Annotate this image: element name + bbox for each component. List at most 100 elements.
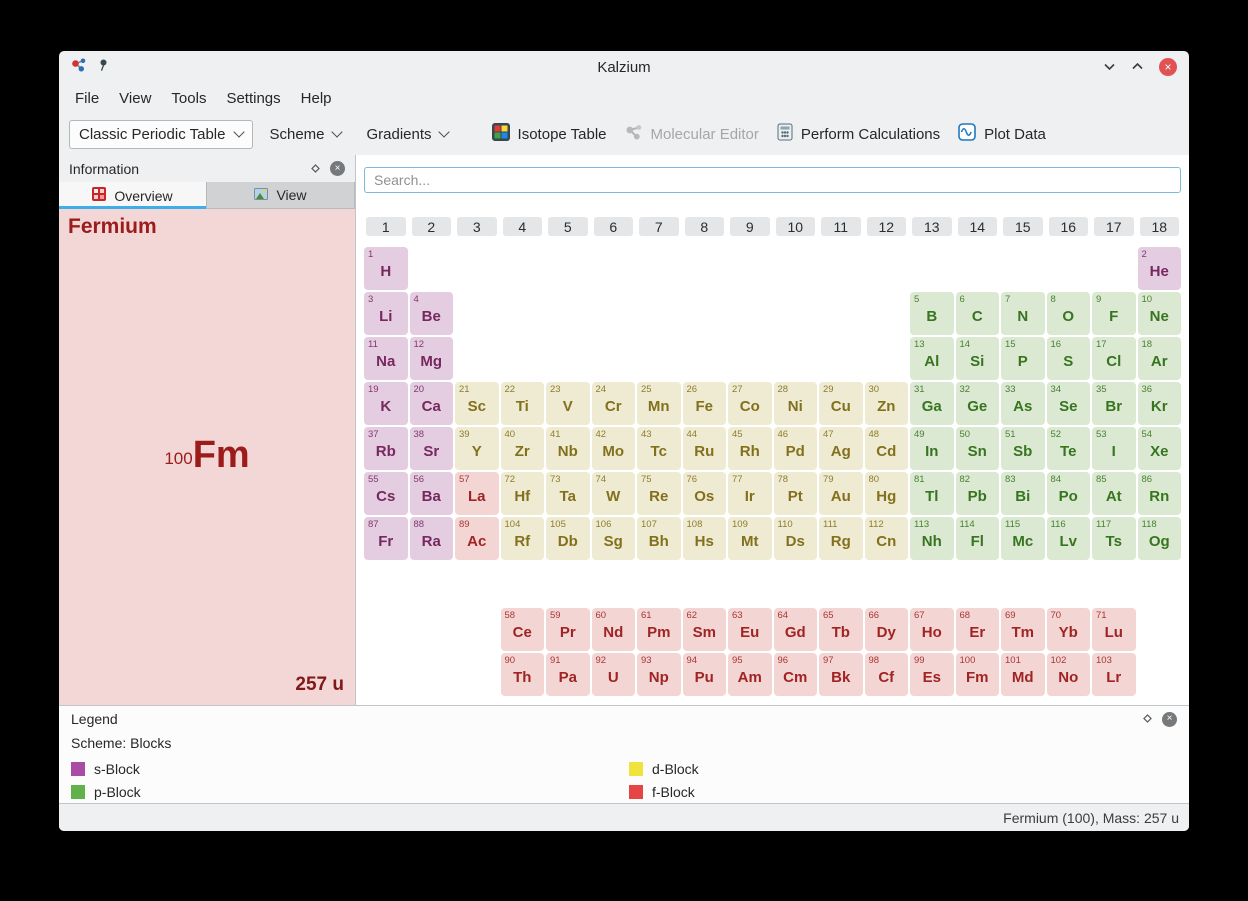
tab-overview[interactable]: Overview (59, 182, 207, 209)
element-Sb[interactable]: 51Sb (1001, 427, 1045, 470)
element-Dy[interactable]: 66Dy (865, 608, 909, 651)
element-Rg[interactable]: 111Rg (819, 517, 863, 560)
element-P[interactable]: 15P (1001, 337, 1045, 380)
element-Zn[interactable]: 30Zn (865, 382, 909, 425)
element-Md[interactable]: 101Md (1001, 653, 1045, 696)
element-Ce[interactable]: 58Ce (501, 608, 545, 651)
element-Ts[interactable]: 117Ts (1092, 517, 1136, 560)
element-Ta[interactable]: 73Ta (546, 472, 590, 515)
element-U[interactable]: 92U (592, 653, 636, 696)
element-Ir[interactable]: 77Ir (728, 472, 772, 515)
element-Gd[interactable]: 64Gd (774, 608, 818, 651)
element-Hf[interactable]: 72Hf (501, 472, 545, 515)
element-Hs[interactable]: 108Hs (683, 517, 727, 560)
element-Ni[interactable]: 28Ni (774, 382, 818, 425)
element-Nh[interactable]: 113Nh (910, 517, 954, 560)
element-B[interactable]: 5B (910, 292, 954, 335)
element-Pb[interactable]: 82Pb (956, 472, 1000, 515)
element-Pt[interactable]: 78Pt (774, 472, 818, 515)
element-Og[interactable]: 118Og (1138, 517, 1182, 560)
element-Mc[interactable]: 115Mc (1001, 517, 1045, 560)
element-K[interactable]: 19K (364, 382, 408, 425)
element-Sc[interactable]: 21Sc (455, 382, 499, 425)
element-Lr[interactable]: 103Lr (1092, 653, 1136, 696)
element-Pm[interactable]: 61Pm (637, 608, 681, 651)
element-Al[interactable]: 13Al (910, 337, 954, 380)
element-Os[interactable]: 76Os (683, 472, 727, 515)
element-Au[interactable]: 79Au (819, 472, 863, 515)
element-Ca[interactable]: 20Ca (410, 382, 454, 425)
menu-tools[interactable]: Tools (161, 86, 216, 111)
element-I[interactable]: 53I (1092, 427, 1136, 470)
gradients-dropdown[interactable]: Gradients (357, 119, 458, 149)
element-Li[interactable]: 3Li (364, 292, 408, 335)
menu-settings[interactable]: Settings (216, 86, 290, 111)
element-Sn[interactable]: 50Sn (956, 427, 1000, 470)
element-Ne[interactable]: 10Ne (1138, 292, 1182, 335)
element-Pd[interactable]: 46Pd (774, 427, 818, 470)
element-Cf[interactable]: 98Cf (865, 653, 909, 696)
element-Er[interactable]: 68Er (956, 608, 1000, 651)
element-Y[interactable]: 39Y (455, 427, 499, 470)
maximize-button[interactable] (1131, 58, 1144, 76)
close-dock-icon[interactable]: × (330, 161, 345, 176)
element-Eu[interactable]: 63Eu (728, 608, 772, 651)
element-Co[interactable]: 27Co (728, 382, 772, 425)
close-dock-icon[interactable]: × (1162, 712, 1177, 727)
element-Es[interactable]: 99Es (910, 653, 954, 696)
element-N[interactable]: 7N (1001, 292, 1045, 335)
table-type-select[interactable]: Classic Periodic Table (69, 120, 253, 149)
element-Tb[interactable]: 65Tb (819, 608, 863, 651)
close-button[interactable]: × (1159, 58, 1177, 76)
perform-calculations-button[interactable]: Perform Calculations (771, 119, 946, 149)
element-Cm[interactable]: 96Cm (774, 653, 818, 696)
element-Sg[interactable]: 106Sg (592, 517, 636, 560)
element-Bk[interactable]: 97Bk (819, 653, 863, 696)
element-No[interactable]: 102No (1047, 653, 1091, 696)
element-Mo[interactable]: 42Mo (592, 427, 636, 470)
element-Fl[interactable]: 114Fl (956, 517, 1000, 560)
element-At[interactable]: 85At (1092, 472, 1136, 515)
element-Cl[interactable]: 17Cl (1092, 337, 1136, 380)
search-input[interactable] (364, 167, 1181, 193)
element-Cs[interactable]: 55Cs (364, 472, 408, 515)
element-Te[interactable]: 52Te (1047, 427, 1091, 470)
pin-icon[interactable] (96, 58, 109, 77)
element-Cr[interactable]: 24Cr (592, 382, 636, 425)
element-Rb[interactable]: 37Rb (364, 427, 408, 470)
element-Lu[interactable]: 71Lu (1092, 608, 1136, 651)
element-Bi[interactable]: 83Bi (1001, 472, 1045, 515)
element-Re[interactable]: 75Re (637, 472, 681, 515)
element-Fm[interactable]: 100Fm (956, 653, 1000, 696)
element-Rn[interactable]: 86Rn (1138, 472, 1182, 515)
element-V[interactable]: 23V (546, 382, 590, 425)
minimize-button[interactable] (1103, 58, 1116, 76)
element-Pa[interactable]: 91Pa (546, 653, 590, 696)
tab-view[interactable]: View (207, 182, 355, 209)
element-Ru[interactable]: 44Ru (683, 427, 727, 470)
element-Si[interactable]: 14Si (956, 337, 1000, 380)
element-Rf[interactable]: 104Rf (501, 517, 545, 560)
element-Cn[interactable]: 112Cn (865, 517, 909, 560)
element-Th[interactable]: 90Th (501, 653, 545, 696)
element-S[interactable]: 16S (1047, 337, 1091, 380)
element-Mn[interactable]: 25Mn (637, 382, 681, 425)
element-H[interactable]: 1H (364, 247, 408, 290)
element-Mt[interactable]: 109Mt (728, 517, 772, 560)
element-Pr[interactable]: 59Pr (546, 608, 590, 651)
menu-help[interactable]: Help (291, 86, 342, 111)
element-Ar[interactable]: 18Ar (1138, 337, 1182, 380)
element-Yb[interactable]: 70Yb (1047, 608, 1091, 651)
element-Cd[interactable]: 48Cd (865, 427, 909, 470)
element-Ag[interactable]: 47Ag (819, 427, 863, 470)
element-As[interactable]: 33As (1001, 382, 1045, 425)
element-Sm[interactable]: 62Sm (683, 608, 727, 651)
element-Ac[interactable]: 89Ac (455, 517, 499, 560)
element-Ti[interactable]: 22Ti (501, 382, 545, 425)
element-Lv[interactable]: 116Lv (1047, 517, 1091, 560)
element-Fe[interactable]: 26Fe (683, 382, 727, 425)
titlebar[interactable]: Kalzium × (59, 51, 1189, 83)
element-Tm[interactable]: 69Tm (1001, 608, 1045, 651)
scheme-dropdown[interactable]: Scheme (259, 119, 350, 149)
element-Na[interactable]: 11Na (364, 337, 408, 380)
